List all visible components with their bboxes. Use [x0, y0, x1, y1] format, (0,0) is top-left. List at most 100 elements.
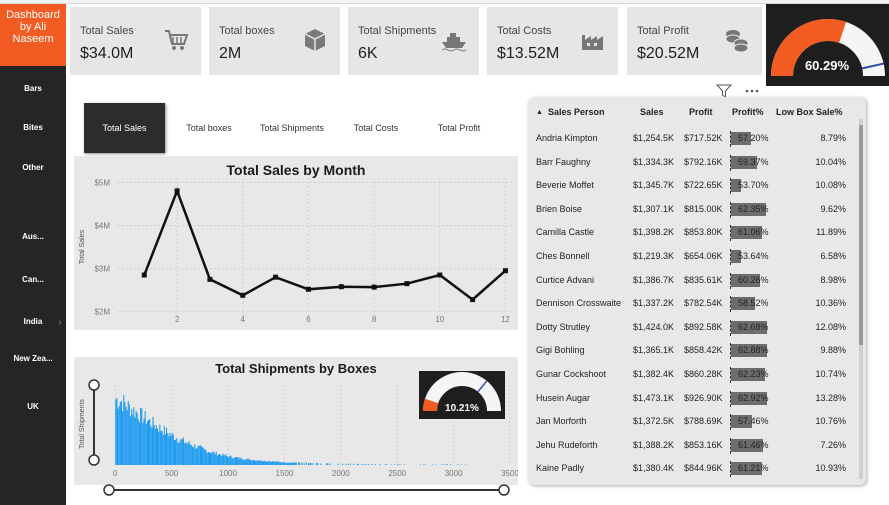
- sidebar-item-bites[interactable]: Bites: [0, 123, 66, 133]
- filter-icon[interactable]: [716, 84, 732, 98]
- histogram-bar[interactable]: [137, 419, 139, 465]
- vertical-range-slider[interactable]: [84, 376, 104, 468]
- data-point[interactable]: [207, 276, 213, 282]
- histogram-bar[interactable]: [432, 464, 434, 465]
- histogram-bar[interactable]: [292, 462, 294, 465]
- histogram-bar[interactable]: [460, 464, 462, 465]
- histogram-bar[interactable]: [177, 442, 179, 465]
- tab-total-costs[interactable]: Total Costs: [339, 103, 413, 153]
- histogram-bar[interactable]: [222, 453, 224, 466]
- histogram-bar[interactable]: [171, 432, 173, 465]
- histogram-bar[interactable]: [142, 423, 144, 465]
- histogram-bar[interactable]: [131, 409, 133, 465]
- histogram-bar[interactable]: [186, 442, 188, 465]
- histogram-bar[interactable]: [188, 441, 190, 465]
- histogram-bar[interactable]: [219, 454, 221, 465]
- histogram-bar[interactable]: [249, 460, 251, 465]
- header-sales-person[interactable]: Sales Person: [548, 107, 605, 117]
- histogram-bar[interactable]: [132, 414, 134, 465]
- table-row[interactable]: Camilla Castle $1,398.2K $853.80K 61.06% 11.…: [528, 221, 858, 245]
- data-point[interactable]: [404, 281, 410, 287]
- histogram-bar[interactable]: [286, 462, 288, 465]
- histogram-bar[interactable]: [163, 425, 165, 465]
- more-options-icon[interactable]: [744, 84, 760, 98]
- histogram-bar[interactable]: [211, 452, 213, 465]
- tab-total-shipments[interactable]: Total Shipments: [254, 103, 330, 153]
- sales-by-month-chart[interactable]: Total Sales by Month $5M $4M $3M $2M 2 4 6 8 10 1…: [74, 156, 518, 330]
- histogram-bar[interactable]: [349, 463, 351, 465]
- histogram-bar[interactable]: [316, 462, 318, 465]
- histogram-bar[interactable]: [464, 464, 466, 465]
- histogram-bar[interactable]: [342, 463, 344, 465]
- histogram-bar[interactable]: [168, 436, 170, 465]
- histogram-bar[interactable]: [212, 451, 214, 465]
- table-row[interactable]: Jehu Rudeforth $1,388.2K $853.16K 61.46% 7.2…: [528, 434, 858, 458]
- histogram-bar[interactable]: [221, 456, 223, 465]
- histogram-bar[interactable]: [166, 427, 168, 465]
- histogram-bar[interactable]: [128, 404, 130, 465]
- histogram-bar[interactable]: [201, 446, 203, 465]
- histogram-bar[interactable]: [424, 464, 426, 465]
- table-row[interactable]: Brien Boise $1,307.1K $815.00K 62.35% 9.62%: [528, 198, 858, 222]
- sort-ascending-icon[interactable]: ▲: [536, 109, 543, 116]
- table-row[interactable]: Kaine Padly $1,380.4K $844.96K 61.21% 10.93%: [528, 457, 858, 481]
- histogram-bar[interactable]: [150, 425, 152, 466]
- histogram-bar[interactable]: [136, 413, 138, 465]
- sidebar-item-new-zealand[interactable]: New Zea...: [0, 354, 66, 364]
- slider-handle-top[interactable]: [88, 379, 100, 391]
- histogram-bar[interactable]: [127, 401, 129, 465]
- histogram-bar[interactable]: [119, 402, 121, 465]
- data-point[interactable]: [338, 284, 344, 290]
- data-point[interactable]: [371, 284, 377, 290]
- histogram-bar[interactable]: [255, 460, 257, 465]
- histogram-bar[interactable]: [450, 464, 452, 465]
- sidebar-item-other[interactable]: Other: [0, 163, 66, 173]
- table-scrollbar[interactable]: [859, 119, 863, 479]
- histogram-bar[interactable]: [148, 420, 150, 465]
- histogram-bar[interactable]: [266, 461, 268, 465]
- histogram-bar[interactable]: [347, 463, 349, 465]
- histogram-bar[interactable]: [153, 425, 155, 465]
- tab-total-boxes[interactable]: Total boxes: [172, 103, 246, 153]
- table-row[interactable]: Dotty Strutley $1,424.0K $892.58K 62.68% 12.…: [528, 316, 858, 340]
- histogram-bar[interactable]: [443, 464, 445, 465]
- histogram-bar[interactable]: [301, 462, 303, 465]
- histogram-bar[interactable]: [232, 458, 234, 465]
- table-row[interactable]: Beverie Moffet $1,345.7K $722.65K 53.70% 10.…: [528, 174, 858, 198]
- histogram-bar[interactable]: [361, 463, 363, 465]
- tab-total-profit[interactable]: Total Profit: [422, 103, 496, 153]
- histogram-bar[interactable]: [194, 444, 196, 465]
- histogram-bar[interactable]: [203, 448, 205, 465]
- table-row[interactable]: Husein Augar $1,473.1K $926.90K 62.92% 13.28…: [528, 387, 858, 411]
- histogram-bar[interactable]: [237, 457, 239, 465]
- histogram-bar[interactable]: [260, 461, 262, 465]
- histogram-bar[interactable]: [187, 443, 189, 465]
- histogram-bar[interactable]: [126, 410, 128, 465]
- histogram-bar[interactable]: [393, 464, 395, 465]
- histogram-bar[interactable]: [353, 463, 355, 465]
- histogram-bar[interactable]: [278, 461, 280, 465]
- histogram-bar[interactable]: [217, 454, 219, 465]
- sidebar-item-india[interactable]: India: [0, 317, 66, 327]
- histogram-bar[interactable]: [180, 438, 182, 465]
- histogram-bar[interactable]: [400, 464, 402, 465]
- histogram-bar[interactable]: [154, 428, 156, 465]
- histogram-bar[interactable]: [284, 462, 286, 465]
- histogram-bar[interactable]: [135, 411, 137, 465]
- histogram-bar[interactable]: [264, 460, 266, 465]
- histogram-bar[interactable]: [124, 402, 126, 465]
- histogram-bar[interactable]: [326, 463, 328, 465]
- histogram-bar[interactable]: [287, 462, 289, 465]
- histogram-bar[interactable]: [251, 460, 253, 465]
- histogram-bar[interactable]: [290, 462, 292, 465]
- histogram-bar[interactable]: [202, 447, 204, 465]
- histogram-bar[interactable]: [228, 457, 230, 466]
- histogram-bar[interactable]: [270, 461, 272, 465]
- table-row[interactable]: Jan Morforth $1,372.5K $788.69K 57.46% 10.76…: [528, 410, 858, 434]
- slider-handle-bottom[interactable]: [88, 454, 100, 466]
- histogram-bar[interactable]: [282, 462, 284, 465]
- kpi-card-total-costs[interactable]: Total Costs $13.52M: [487, 7, 618, 75]
- histogram-bar[interactable]: [143, 418, 145, 466]
- sidebar-item-australia[interactable]: Aus...: [0, 232, 66, 242]
- histogram-bar[interactable]: [161, 431, 163, 465]
